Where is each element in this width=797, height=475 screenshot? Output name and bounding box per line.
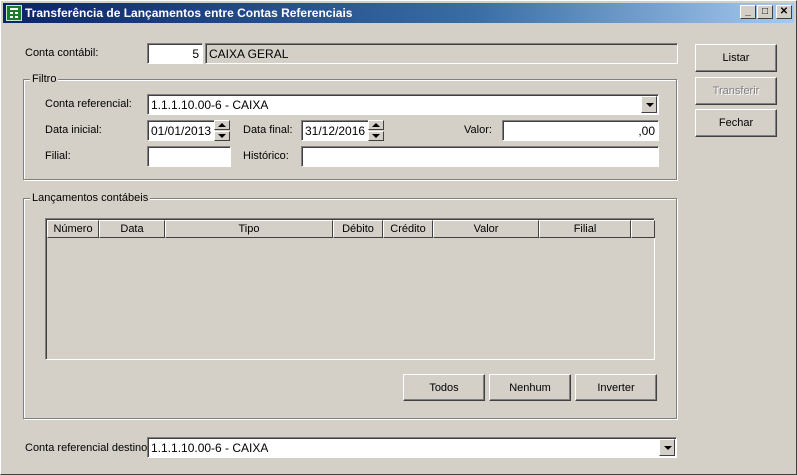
calculator-icon[interactable] — [6, 5, 22, 21]
nenhum-button[interactable]: Nenhum — [489, 374, 571, 401]
filial-label: Filial: — [45, 150, 71, 162]
listar-button[interactable]: Listar — [695, 44, 777, 72]
filial-input[interactable] — [147, 146, 231, 167]
conta-contabil-label: Conta contábil: — [25, 47, 99, 59]
column-header-valor[interactable]: Valor — [433, 220, 539, 238]
lancamentos-grid[interactable]: Número Data Tipo Débito Crédito Valor Fi… — [45, 218, 655, 360]
conta-contabil-descricao-field: CAIXA GERAL — [205, 43, 678, 64]
conta-referencial-label: Conta referencial: — [45, 98, 132, 110]
chevron-down-icon[interactable] — [659, 439, 675, 456]
column-header-numero[interactable]: Número — [47, 220, 99, 238]
filtro-group-title: Filtro — [30, 73, 59, 85]
data-final-input[interactable]: 31/12/2016 — [301, 120, 369, 141]
minimize-button[interactable]: _ — [740, 5, 756, 19]
grid-header: Número Data Tipo Débito Crédito Valor Fi… — [47, 220, 655, 238]
maximize-button[interactable]: □ — [757, 5, 773, 19]
conta-contabil-codigo-input[interactable]: 5 — [147, 43, 203, 64]
data-inicial-label: Data inicial: — [45, 124, 102, 136]
destino-select[interactable]: 1.1.1.10.00-6 - CAIXA — [147, 437, 677, 458]
historico-input[interactable] — [301, 146, 659, 167]
conta-referencial-select[interactable]: 1.1.1.10.00-6 - CAIXA — [147, 94, 659, 115]
fechar-button[interactable]: Fechar — [695, 109, 777, 137]
data-inicial-spinner[interactable] — [214, 120, 230, 141]
main-window: Transferência de Lançamentos entre Conta… — [0, 0, 797, 475]
column-header-credito[interactable]: Crédito — [383, 220, 433, 238]
conta-referencial-value: 1.1.1.10.00-6 - CAIXA — [151, 98, 269, 112]
spin-down-icon[interactable] — [368, 131, 384, 141]
chevron-down-icon[interactable] — [641, 96, 657, 113]
spin-up-icon[interactable] — [214, 120, 230, 130]
column-header-data[interactable]: Data — [99, 220, 165, 238]
lancamentos-group-title: Lançamentos contábeis — [30, 192, 151, 204]
column-header-filler — [631, 220, 655, 238]
destino-label: Conta referencial destino: — [25, 442, 151, 454]
valor-input[interactable]: ,00 — [502, 120, 659, 141]
column-header-debito[interactable]: Débito — [333, 220, 383, 238]
historico-label: Histórico: — [243, 150, 289, 162]
window-title: Transferência de Lançamentos entre Conta… — [25, 6, 353, 20]
data-inicial-input[interactable]: 01/01/2013 — [147, 120, 215, 141]
spin-down-icon[interactable] — [214, 131, 230, 141]
spin-up-icon[interactable] — [368, 120, 384, 130]
todos-button[interactable]: Todos — [403, 374, 485, 401]
valor-label: Valor: — [464, 124, 492, 136]
inverter-button[interactable]: Inverter — [575, 374, 657, 401]
title-bar[interactable]: Transferência de Lançamentos entre Conta… — [3, 3, 794, 23]
data-final-spinner[interactable] — [368, 120, 384, 141]
transferir-button[interactable]: Transferir — [695, 77, 777, 105]
destino-value: 1.1.1.10.00-6 - CAIXA — [151, 441, 269, 455]
close-button[interactable]: ✕ — [776, 5, 792, 19]
column-header-filial[interactable]: Filial — [539, 220, 631, 238]
column-header-tipo[interactable]: Tipo — [165, 220, 333, 238]
data-final-label: Data final: — [243, 124, 293, 136]
